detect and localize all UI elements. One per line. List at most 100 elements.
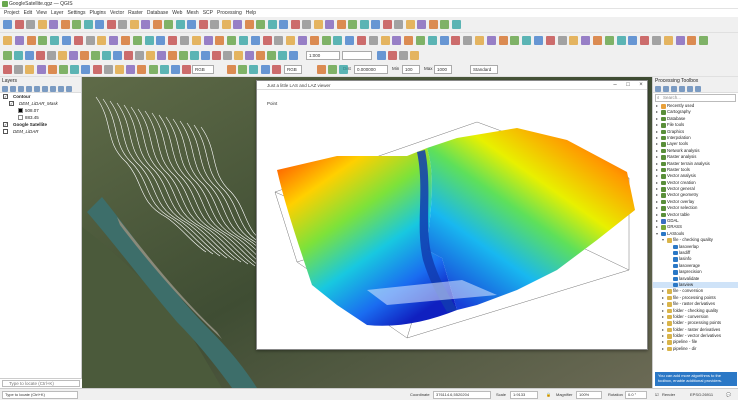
layers-tool-icon[interactable] bbox=[42, 86, 48, 92]
toolbox-notice[interactable]: You can add more algorithms to the toolb… bbox=[655, 372, 737, 386]
layers-tool-icon[interactable] bbox=[50, 86, 56, 92]
toolbar-button-icon[interactable] bbox=[368, 36, 378, 45]
toolbox-tool-icon[interactable] bbox=[679, 86, 685, 92]
toolbar-button-icon[interactable] bbox=[3, 51, 12, 60]
toolbar-button-icon[interactable] bbox=[581, 36, 591, 45]
layer-row[interactable]: DEM_LiDAR bbox=[0, 128, 81, 135]
layer-visibility-checkbox[interactable]: ✓ bbox=[3, 94, 8, 99]
stretch-combo[interactable]: Standard bbox=[470, 65, 498, 74]
toolbox-tool-icon[interactable] bbox=[671, 86, 677, 92]
toolbar-button-icon[interactable] bbox=[191, 36, 201, 45]
toolbar-button-icon[interactable] bbox=[309, 36, 319, 45]
toolbar-button-icon[interactable] bbox=[152, 20, 162, 29]
toolbar-button-icon[interactable] bbox=[227, 65, 236, 74]
toolbar-button-icon[interactable] bbox=[135, 51, 144, 60]
toolbar-button-icon[interactable] bbox=[279, 20, 288, 29]
toolbar-button-icon[interactable] bbox=[687, 36, 697, 45]
toolbar-button-icon[interactable] bbox=[298, 36, 307, 45]
toolbar-button-icon[interactable] bbox=[129, 20, 139, 29]
menu-raster[interactable]: Raster bbox=[128, 9, 143, 17]
coordinate-field[interactable]: 376114.6,5520204 bbox=[433, 391, 491, 399]
toolbox-tool-icon[interactable] bbox=[663, 86, 669, 92]
menu-plugins[interactable]: Plugins bbox=[90, 9, 106, 17]
toolbar-button-icon[interactable] bbox=[83, 20, 93, 29]
toolbar-button-icon[interactable] bbox=[168, 36, 178, 45]
toolbar-button-icon[interactable] bbox=[171, 65, 180, 74]
toolbar-button-icon[interactable] bbox=[159, 65, 169, 74]
toolbar-button-icon[interactable] bbox=[238, 65, 248, 74]
toolbar-button-icon[interactable] bbox=[475, 36, 484, 45]
toolbar-button-icon[interactable] bbox=[486, 36, 496, 45]
layer-row[interactable]: ✓ DEM_LiDAR_Mask bbox=[0, 100, 81, 107]
toolbar-button-icon[interactable] bbox=[260, 65, 270, 74]
toolbar-button-icon[interactable] bbox=[675, 36, 685, 45]
toolbar-button-icon[interactable] bbox=[124, 51, 133, 60]
toolbar-button-icon[interactable] bbox=[652, 36, 661, 45]
toolbar-button-icon[interactable] bbox=[179, 51, 188, 60]
band-combo[interactable]: RGB bbox=[284, 65, 302, 74]
toolbar-button-icon[interactable] bbox=[321, 36, 331, 45]
toolbar-button-icon[interactable] bbox=[212, 51, 221, 60]
toolbar-button-icon[interactable] bbox=[58, 51, 67, 60]
toolbar-button-icon[interactable] bbox=[109, 36, 119, 45]
toolbar-button-icon[interactable] bbox=[26, 36, 36, 45]
toolbar-button-icon[interactable] bbox=[336, 20, 346, 29]
toolbar-button-icon[interactable] bbox=[286, 36, 296, 45]
toolbar-button-icon[interactable] bbox=[62, 36, 71, 45]
toolbar-button-icon[interactable] bbox=[428, 20, 438, 29]
toolbar-button-icon[interactable] bbox=[339, 65, 348, 74]
toolbar-button-icon[interactable] bbox=[410, 51, 419, 60]
close-button[interactable]: × bbox=[635, 81, 647, 90]
toolbar-button-icon[interactable] bbox=[85, 36, 95, 45]
toolbar-button-icon[interactable] bbox=[180, 36, 189, 45]
toolbar-button-icon[interactable] bbox=[244, 20, 254, 29]
toolbar-button-icon[interactable] bbox=[223, 51, 232, 60]
toolbar-button-icon[interactable] bbox=[377, 51, 386, 60]
toolbar-button-icon[interactable] bbox=[233, 20, 242, 29]
menu-view[interactable]: View bbox=[36, 9, 47, 17]
scale-combo[interactable]: 1:000 bbox=[306, 51, 340, 60]
toolbar-button-icon[interactable] bbox=[175, 20, 185, 29]
toolbar-button-icon[interactable] bbox=[440, 20, 449, 29]
secondary-combo[interactable] bbox=[342, 51, 372, 60]
chevron-right-icon[interactable]: ▸ bbox=[662, 346, 664, 352]
toolbar-button-icon[interactable] bbox=[302, 20, 311, 29]
toolbar-button-icon[interactable] bbox=[278, 51, 287, 60]
rotation-field[interactable]: 0.0 ° bbox=[625, 391, 647, 399]
max-input[interactable]: 1000 bbox=[434, 65, 452, 74]
toolbar-button-icon[interactable] bbox=[14, 51, 23, 60]
rgb-combo[interactable]: RGB bbox=[192, 65, 214, 74]
toolbar-button-icon[interactable] bbox=[91, 51, 100, 60]
toolbar-button-icon[interactable] bbox=[210, 20, 219, 29]
toolbar-button-icon[interactable] bbox=[557, 36, 567, 45]
layers-tool-icon[interactable] bbox=[2, 86, 8, 92]
toolbar-button-icon[interactable] bbox=[439, 36, 449, 45]
toolbar-button-icon[interactable] bbox=[156, 36, 166, 45]
toolbar-button-icon[interactable] bbox=[616, 36, 626, 45]
toolbar-button-icon[interactable] bbox=[380, 36, 390, 45]
toolbar-button-icon[interactable] bbox=[382, 20, 392, 29]
toolbar-button-icon[interactable] bbox=[36, 65, 46, 74]
toolbar-button-icon[interactable] bbox=[26, 20, 35, 29]
toolbar-button-icon[interactable] bbox=[144, 36, 154, 45]
toolbar-button-icon[interactable] bbox=[198, 20, 208, 29]
toolbar-button-icon[interactable] bbox=[256, 51, 265, 60]
toolbar-button-icon[interactable] bbox=[14, 65, 24, 74]
toolbar-button-icon[interactable] bbox=[47, 51, 56, 60]
toolbar-button-icon[interactable] bbox=[388, 51, 397, 60]
toolbar-button-icon[interactable] bbox=[60, 20, 70, 29]
toolbar-button-icon[interactable] bbox=[316, 65, 326, 74]
toolbar-button-icon[interactable] bbox=[522, 36, 532, 45]
status-locator-input[interactable]: Type to locate (Ctrl+K) bbox=[2, 391, 78, 399]
toolbar-button-icon[interactable] bbox=[14, 20, 24, 29]
menu-settings[interactable]: Settings bbox=[67, 9, 85, 17]
toolbar-button-icon[interactable] bbox=[663, 36, 673, 45]
toolbar-button-icon[interactable] bbox=[239, 36, 248, 45]
toolbar-button-icon[interactable] bbox=[333, 36, 343, 45]
layer-visibility-checkbox[interactable] bbox=[3, 129, 8, 134]
toolbar-button-icon[interactable] bbox=[234, 51, 243, 60]
toolbar-button-icon[interactable] bbox=[267, 51, 276, 60]
toolbar-button-icon[interactable] bbox=[221, 20, 231, 29]
menu-layer[interactable]: Layer bbox=[51, 9, 64, 17]
layer-row[interactable]: 508.07 bbox=[0, 107, 81, 114]
